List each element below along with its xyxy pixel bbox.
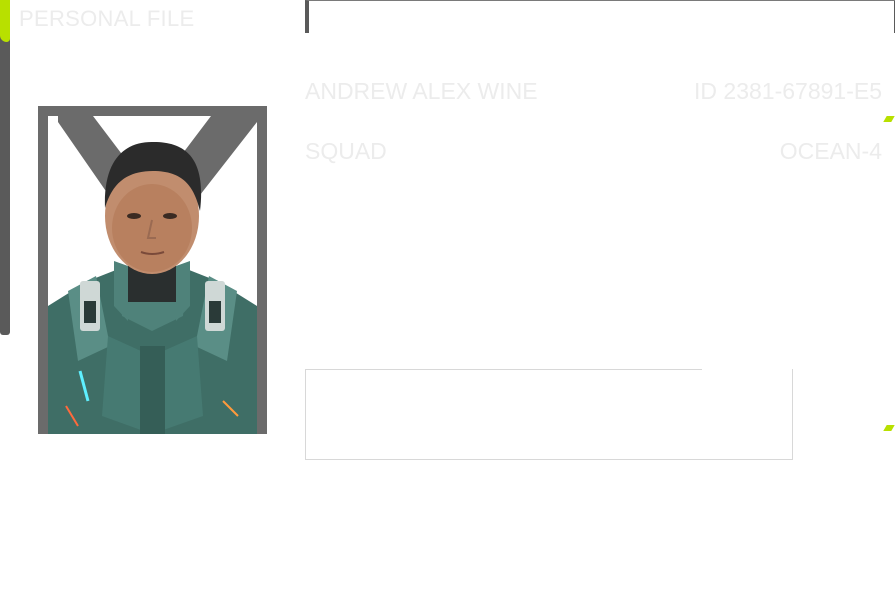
accent-tick-icon xyxy=(883,425,895,431)
notes-box xyxy=(305,369,793,460)
squad-label: SQUAD xyxy=(305,138,387,164)
left-rail xyxy=(0,0,10,335)
agent-name: ANDREW ALEX WINE xyxy=(305,78,538,104)
profile-photo-frame xyxy=(38,106,267,434)
name-row: ANDREW ALEX WINE ID 2381-67891-E5 xyxy=(305,78,882,105)
agent-id: ID 2381-67891-E5 xyxy=(694,78,882,104)
squad-value: OCEAN-4 xyxy=(779,138,882,164)
page-title: PERSONAL FILE xyxy=(19,6,195,31)
soldier-portrait-icon xyxy=(48,116,257,434)
profile-photo xyxy=(48,116,257,434)
accent-tick-icon xyxy=(883,116,895,122)
header-frame xyxy=(305,0,895,33)
squad-row: SQUAD OCEAN-4 xyxy=(305,138,882,165)
rail-accent xyxy=(0,0,10,42)
